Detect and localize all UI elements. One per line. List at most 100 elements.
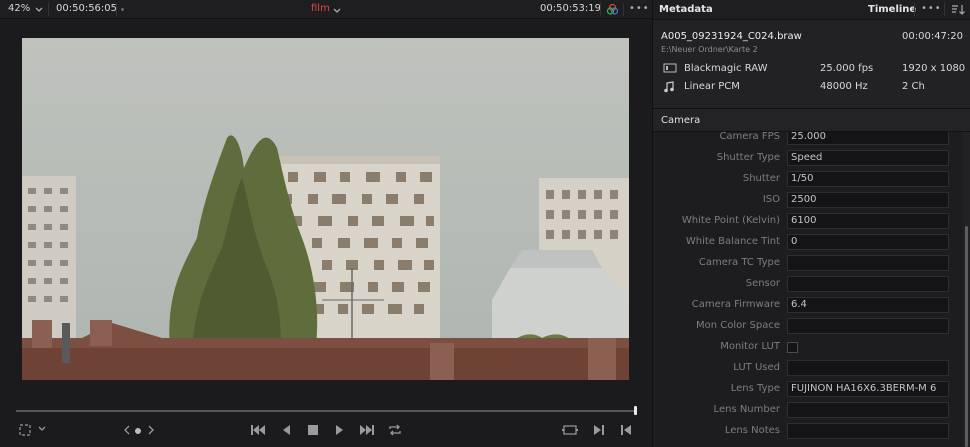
field-label: Lens Type	[730, 383, 780, 394]
field-label: ISO	[762, 194, 780, 205]
field-value[interactable]: 6100	[787, 213, 949, 229]
field-value[interactable]: 2500	[787, 192, 949, 208]
metadata-header: Metadata Timeline •••	[653, 0, 970, 20]
field-value[interactable]	[787, 255, 949, 271]
play-reverse-icon[interactable]	[281, 423, 291, 437]
clip-duration: 00:00:47:20	[902, 31, 964, 42]
field-row: White Point (Kelvin) 6100	[653, 211, 963, 232]
prev-edit-icon[interactable]	[620, 423, 632, 437]
scrollbar[interactable]	[965, 226, 968, 447]
field-value[interactable]	[787, 423, 949, 439]
viewer-toolbar: 42% 00:50:56:05 film 00:50:53:19 •••	[0, 0, 652, 19]
chevron-down-icon[interactable]	[35, 5, 43, 16]
camera-section-header[interactable]: Camera	[653, 108, 970, 132]
video-fps: 25.000 fps	[820, 63, 874, 74]
skip-start-icon[interactable]	[250, 423, 266, 437]
field-row: Lens Notes	[653, 421, 963, 442]
video-image	[22, 38, 629, 380]
jog-dot-icon[interactable]	[135, 428, 141, 434]
field-label: LUT Used	[733, 362, 780, 373]
music-note-icon	[663, 81, 675, 96]
video-frame[interactable]	[22, 38, 629, 380]
sort-icon[interactable]	[951, 4, 965, 19]
fit-icon[interactable]	[562, 423, 578, 437]
divider	[944, 3, 945, 16]
jog-left-icon[interactable]	[123, 425, 131, 435]
audio-codec: Linear PCM	[684, 81, 740, 92]
field-row: LUT Used	[653, 358, 963, 379]
panel-title: Metadata	[659, 4, 713, 15]
video-resolution: 1920 x 1080	[902, 63, 966, 74]
field-value[interactable]	[787, 276, 949, 292]
field-row: Monitor LUT	[653, 337, 963, 358]
video-codec: Blackmagic RAW	[684, 63, 768, 74]
field-label: Lens Notes	[724, 425, 780, 436]
stop-icon[interactable]	[307, 423, 319, 437]
next-edit-icon[interactable]	[593, 423, 605, 437]
field-value[interactable]: FUJINON HA16X6.3BERM-M 6	[787, 381, 949, 397]
chevron-down-icon[interactable]	[38, 426, 46, 432]
timeline-tab[interactable]: Timeline	[868, 4, 916, 15]
field-row: Camera TC Type	[653, 253, 963, 274]
field-row: Mon Color Space	[653, 316, 963, 337]
metadata-fields: Camera FPS 25.000 Shutter Type Speed Shu…	[653, 132, 963, 447]
field-row: Lens Number	[653, 400, 963, 421]
audio-channels: 2 Ch	[902, 81, 925, 92]
playhead-scrubber[interactable]	[16, 410, 636, 412]
color-wheel-icon[interactable]	[606, 3, 619, 19]
field-value[interactable]: 25.000	[787, 132, 949, 145]
field-label: Camera TC Type	[698, 257, 780, 268]
source-timecode[interactable]: 00:50:56:05	[56, 3, 117, 14]
crop-icon[interactable]	[18, 423, 32, 437]
field-value[interactable]: 0	[787, 234, 949, 250]
field-label: Camera FPS	[719, 132, 780, 142]
field-row: Shutter Type Speed	[653, 148, 963, 169]
section-title: Camera	[661, 115, 701, 126]
field-label: Shutter	[742, 173, 780, 184]
divider	[48, 3, 49, 16]
field-row: ISO 2500	[653, 190, 963, 211]
chevron-down-icon[interactable]	[333, 6, 341, 17]
divider	[623, 3, 624, 16]
record-timecode[interactable]: 00:50:53:19	[540, 3, 601, 14]
field-row: Camera FPS 25.000	[653, 132, 963, 148]
field-label: Shutter Type	[716, 152, 780, 163]
field-row: Sensor	[653, 274, 963, 295]
divider	[600, 3, 601, 16]
more-options-icon[interactable]: •••	[921, 3, 942, 14]
skip-end-icon[interactable]	[359, 423, 375, 437]
metadata-panel: Metadata Timeline ••• A005_09231924_C024…	[652, 0, 970, 447]
clip-filename: A005_09231924_C024.braw	[661, 31, 802, 42]
field-value[interactable]: 1/50	[787, 171, 949, 187]
zoom-level[interactable]: 42%	[8, 3, 30, 14]
divider	[914, 3, 915, 16]
clip-path: E:\Neuer Ordner\Karte 2	[661, 45, 758, 54]
jog-right-icon[interactable]	[147, 425, 155, 435]
field-row: Shutter 1/50	[653, 169, 963, 190]
field-label: Monitor LUT	[720, 341, 780, 352]
viewer-panel: 42% 00:50:56:05 film 00:50:53:19 •••	[0, 0, 652, 447]
field-value[interactable]	[787, 402, 949, 418]
field-label: Lens Number	[713, 404, 780, 415]
field-label: Sensor	[745, 278, 780, 289]
field-label: Mon Color Space	[695, 320, 780, 331]
field-value[interactable]: Speed	[787, 150, 949, 166]
playhead-handle[interactable]	[634, 406, 637, 415]
play-icon[interactable]	[335, 423, 345, 437]
divider	[116, 3, 117, 16]
field-label: White Balance Tint	[685, 236, 780, 247]
field-row: White Balance Tint 0	[653, 232, 963, 253]
field-label: White Point (Kelvin)	[681, 215, 780, 226]
field-value[interactable]: 6.4	[787, 297, 949, 313]
clip-name[interactable]: film	[311, 3, 330, 14]
field-value[interactable]	[787, 318, 949, 334]
field-value[interactable]	[787, 360, 949, 376]
loop-icon[interactable]	[387, 423, 403, 437]
monitor-lut-checkbox[interactable]	[787, 342, 798, 353]
clip-info: A005_09231924_C024.braw 00:00:47:20 E:\N…	[653, 21, 970, 99]
more-options-icon[interactable]: •••	[629, 3, 650, 14]
dot-icon	[121, 8, 124, 11]
field-label: Camera Firmware	[691, 299, 780, 310]
field-row: Camera Firmware 6.4	[653, 295, 963, 316]
audio-sample-rate: 48000 Hz	[820, 81, 868, 92]
